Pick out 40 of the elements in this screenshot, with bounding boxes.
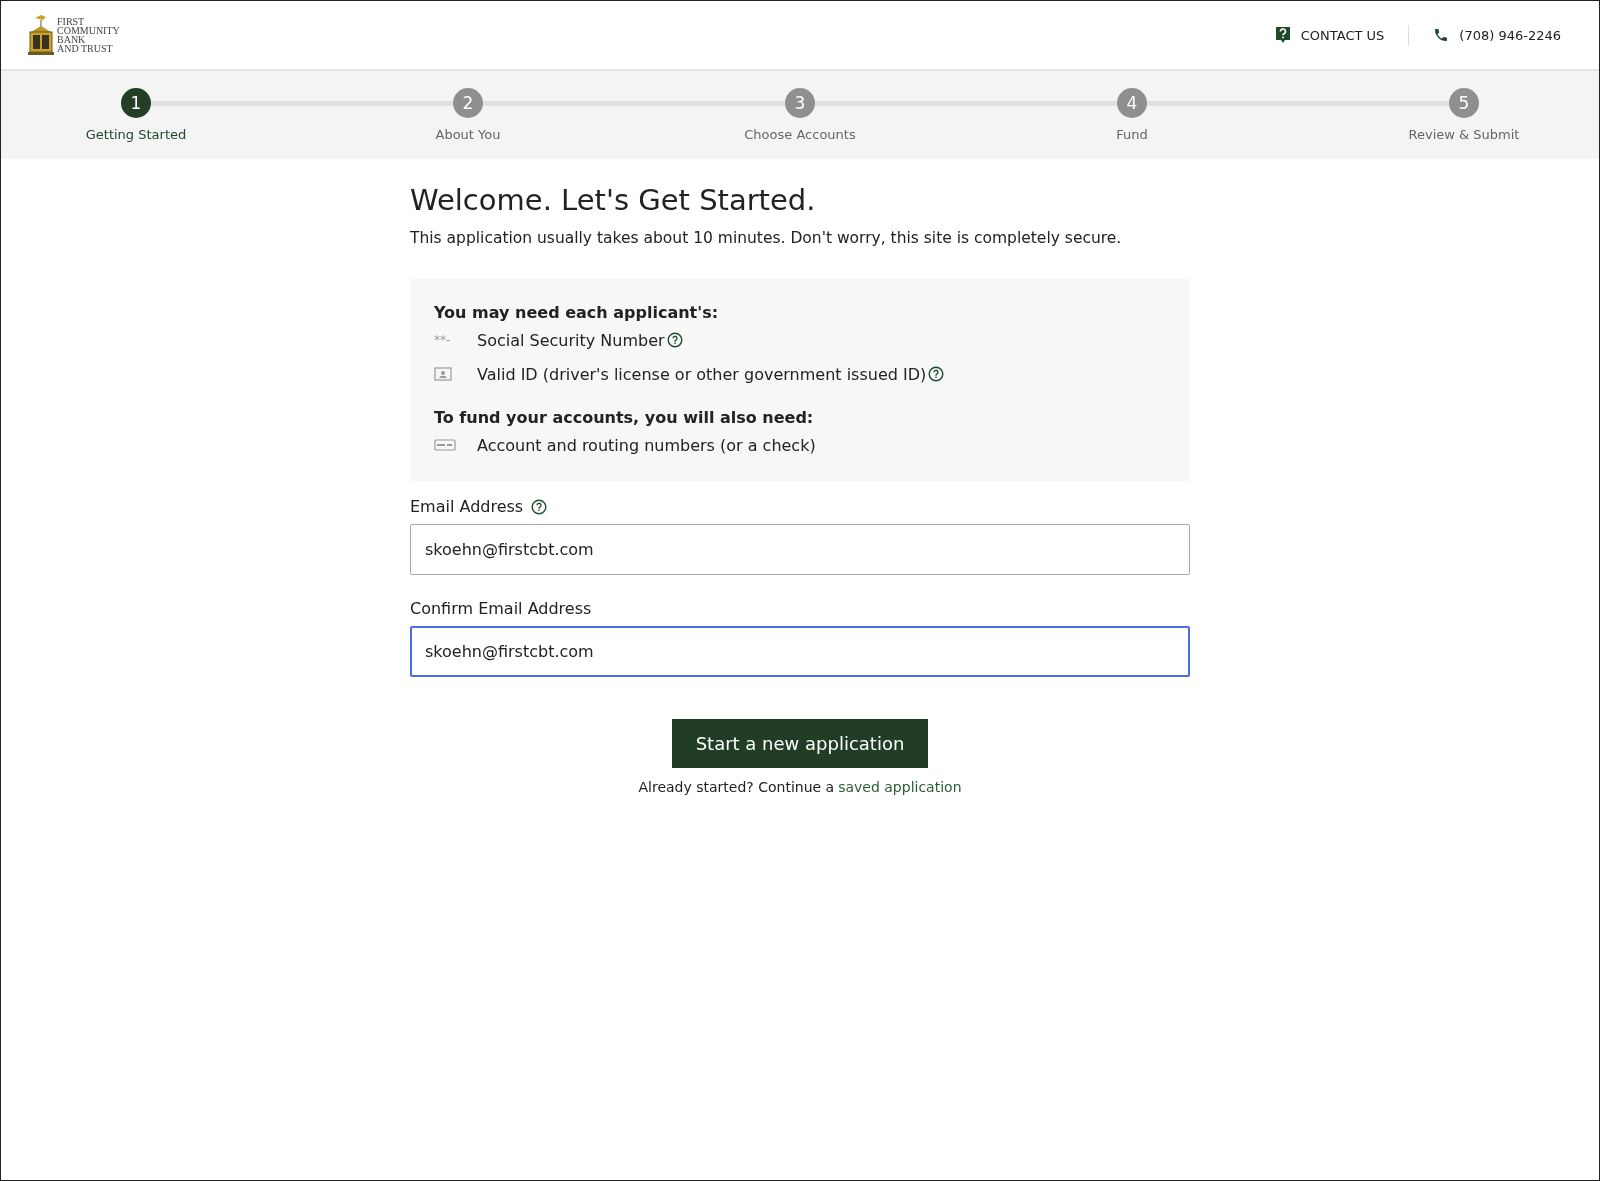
phone-icon <box>1433 27 1450 43</box>
page-title: Welcome. Let's Get Started. <box>410 183 817 217</box>
step-label: Review & Submit <box>1408 127 1520 142</box>
field-label: Email Address <box>410 497 524 516</box>
step-number: 1 <box>121 88 151 118</box>
help-icon[interactable] <box>531 498 548 515</box>
help-icon[interactable] <box>666 332 683 348</box>
logo-text: BANK <box>57 35 87 44</box>
requirements-heading: To fund your accounts, you will also need: <box>434 408 815 427</box>
help-icon[interactable] <box>928 366 945 382</box>
bank-card-icon <box>434 439 456 451</box>
intro-text: This application usually takes about 10 minutes. Don't worry, this site is completely secure. <box>410 229 1123 247</box>
step-number: 4 <box>1117 88 1147 118</box>
logo-text: FIRST <box>57 17 86 26</box>
requirements-heading: You may need each applicant's: <box>434 303 720 322</box>
help-bubble-icon <box>1274 26 1291 44</box>
continue-text: Already started? Continue a <box>638 779 835 795</box>
requirement-text: Account and routing numbers (or a check) <box>477 435 816 455</box>
step-number: 5 <box>1449 88 1479 118</box>
bank-logo[interactable]: FIRST COMMUNITY BANK AND TRUST <box>27 14 120 56</box>
contact-link[interactable]: CONTACT US <box>1274 26 1385 44</box>
step-label: Fund <box>1116 127 1148 142</box>
saved-application-link[interactable]: saved application <box>838 779 962 795</box>
requirement-text: Valid ID (driver's license or other government issued ID) <box>477 364 927 384</box>
step-label: Choose Accounts <box>744 127 856 142</box>
step-number: 3 <box>785 88 815 118</box>
cupola-icon <box>27 14 55 56</box>
field-label: Confirm Email Address <box>410 599 592 618</box>
logo-text: AND TRUST <box>57 44 114 53</box>
email-field[interactable]: skoehn@firstcbt.com <box>410 626 1190 677</box>
step-label: About You <box>435 127 501 142</box>
step-label: Getting Started <box>85 127 187 142</box>
phone-link[interactable]: (708) 946-2246 <box>1433 27 1561 43</box>
requirement-text: Social Security Number <box>477 330 665 350</box>
logo-text: COMMUNITY <box>57 26 120 35</box>
email-field[interactable]: skoehn@firstcbt.com <box>410 524 1190 575</box>
masked-number-icon: **- <box>434 333 451 347</box>
step-number: 2 <box>453 88 483 118</box>
start-application-button[interactable]: Start a new application <box>671 719 929 768</box>
id-card-icon <box>434 367 452 381</box>
